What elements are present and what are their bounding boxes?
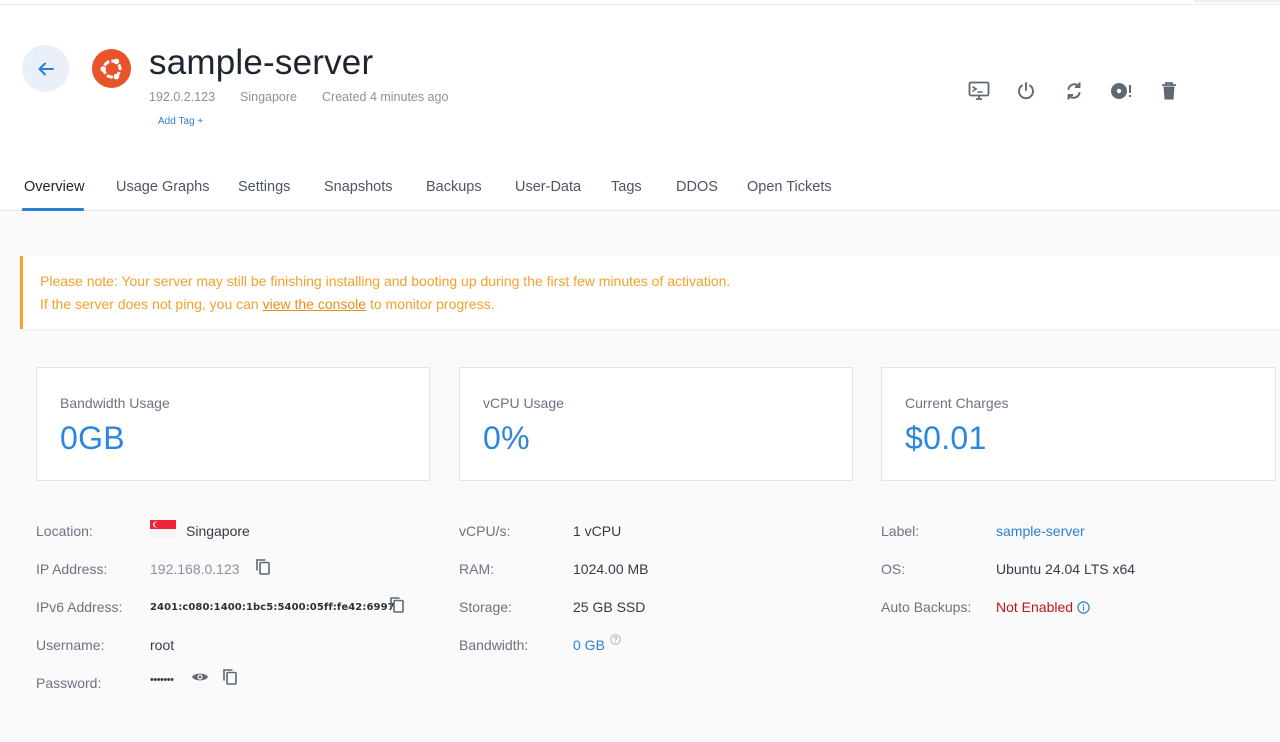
- tab-ddos[interactable]: DDOS: [676, 179, 718, 195]
- add-tag-link[interactable]: Add Tag +: [158, 116, 203, 127]
- auto-backups-label: Auto Backups:: [881, 599, 972, 615]
- iso-disc-icon[interactable]: [1108, 78, 1134, 104]
- tab-settings[interactable]: Settings: [238, 179, 290, 195]
- label-value[interactable]: sample-server: [996, 523, 1085, 539]
- storage-value: 25 GB SSD: [573, 599, 646, 615]
- os-value: Ubuntu 24.04 LTS x64: [996, 561, 1136, 577]
- ram-value: 1024.00 MB: [573, 561, 649, 577]
- card-value: 0%: [483, 420, 530, 456]
- page-title: sample-server: [149, 43, 374, 82]
- copy-icon[interactable]: [388, 595, 406, 615]
- card-label: vCPU Usage: [483, 395, 564, 411]
- top-border: [0, 0, 1280, 5]
- trash-icon[interactable]: [1156, 78, 1182, 104]
- bandwidth-label: Bandwidth:: [459, 637, 529, 653]
- server-location: Singapore: [240, 90, 297, 104]
- singapore-flag-icon: [150, 520, 176, 538]
- server-created: Created 4 minutes ago: [322, 90, 449, 104]
- card-value: 0GB: [60, 420, 125, 456]
- ram-label: RAM:: [459, 561, 494, 577]
- label-label: Label:: [881, 523, 920, 539]
- ipv6-address-value: 2401:c080:1400:1bc5:5400:05ff:fe42:6997: [150, 602, 395, 613]
- os-label: OS:: [881, 561, 906, 577]
- tab-tags[interactable]: Tags: [611, 179, 642, 195]
- ipv6-address-label: IPv6 Address:: [36, 599, 123, 615]
- card-label: Current Charges: [905, 395, 1009, 411]
- notice-line-2: If the server does not ping, you can vie…: [40, 296, 494, 312]
- info-icon[interactable]: [1076, 600, 1090, 614]
- copy-icon[interactable]: [254, 557, 272, 577]
- notice-text-after: to monitor progress.: [366, 296, 495, 312]
- activation-notice: Please note: Your server may still be fi…: [20, 256, 1280, 329]
- location-value: Singapore: [186, 523, 250, 539]
- power-icon[interactable]: [1013, 78, 1039, 104]
- card-label: Bandwidth Usage: [60, 395, 170, 411]
- eye-icon[interactable]: [190, 669, 210, 685]
- top-shadow: [1194, 0, 1280, 4]
- back-button[interactable]: [22, 45, 69, 92]
- vcpu-value: 1 vCPU: [573, 523, 622, 539]
- tab-overview[interactable]: Overview: [24, 179, 84, 195]
- username-value: root: [150, 637, 175, 653]
- tab-backups[interactable]: Backups: [426, 179, 482, 195]
- bandwidth-value[interactable]: 0 GB: [573, 637, 605, 653]
- notice-text-before: If the server does not ping, you can: [40, 296, 263, 312]
- notice-line-1: Please note: Your server may still be fi…: [40, 273, 731, 289]
- arrow-left-icon: [38, 62, 54, 75]
- tab-bar: Overview Usage Graphs Settings Snapshots…: [0, 168, 1280, 211]
- vcpu-usage-card: vCPU Usage 0%: [459, 367, 853, 481]
- ip-address-value: 192.168.0.123: [150, 561, 240, 577]
- tab-user-data[interactable]: User-Data: [515, 179, 581, 195]
- view-console-link[interactable]: view the console: [263, 296, 367, 312]
- console-icon[interactable]: [966, 78, 992, 104]
- bandwidth-usage-card: Bandwidth Usage 0GB: [36, 367, 430, 481]
- restart-icon[interactable]: [1061, 78, 1087, 104]
- username-label: Username:: [36, 637, 105, 653]
- ubuntu-logo-icon: [92, 49, 131, 88]
- password-label: Password:: [36, 675, 102, 691]
- vcpu-label: vCPU/s:: [459, 523, 511, 539]
- tab-open-tickets[interactable]: Open Tickets: [747, 179, 832, 195]
- tab-usage-graphs[interactable]: Usage Graphs: [116, 179, 210, 195]
- tab-snapshots[interactable]: Snapshots: [324, 179, 393, 195]
- server-ip: 192.0.2.123: [149, 90, 216, 104]
- password-value: •••••••: [150, 674, 174, 686]
- card-value: $0.01: [905, 420, 987, 456]
- storage-label: Storage:: [459, 599, 512, 615]
- location-label: Location:: [36, 523, 93, 539]
- current-charges-card: Current Charges $0.01: [881, 367, 1276, 481]
- ip-address-label: IP Address:: [36, 561, 108, 577]
- help-icon[interactable]: [609, 633, 622, 646]
- auto-backups-value: Not Enabled: [996, 599, 1074, 615]
- copy-icon[interactable]: [221, 667, 239, 687]
